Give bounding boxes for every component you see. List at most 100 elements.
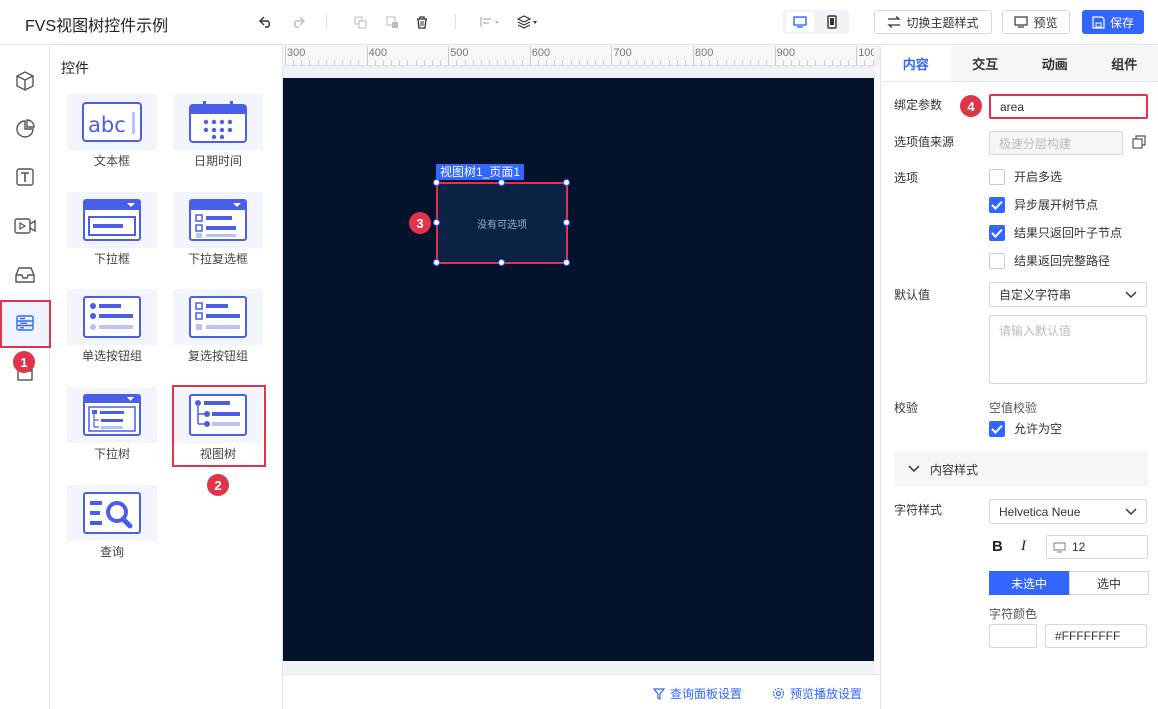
ruler-minor-tick xyxy=(570,60,572,65)
layers-icon[interactable] xyxy=(515,12,539,32)
bind-param-input[interactable]: area xyxy=(989,94,1148,119)
resize-handle[interactable] xyxy=(433,259,440,266)
ruler-minor-tick xyxy=(431,60,433,65)
mobile-icon[interactable] xyxy=(818,12,846,32)
option-multi-select[interactable]: 开启多选 xyxy=(989,168,1062,185)
ruler-tick xyxy=(285,46,286,65)
resize-handle[interactable] xyxy=(498,259,505,266)
ruler-minor-tick xyxy=(668,60,670,65)
tab-interaction[interactable]: 交互 xyxy=(950,46,1020,81)
sidebar-item-media[interactable] xyxy=(0,203,50,249)
widget-label: 文本框 xyxy=(93,154,130,168)
copy-icon[interactable] xyxy=(350,12,370,32)
undo-icon[interactable] xyxy=(256,12,276,32)
ruler-minor-tick xyxy=(391,60,393,65)
checkbox-checked[interactable] xyxy=(989,224,1005,241)
app-title: FVS视图树控件示例 xyxy=(25,18,169,35)
monitor-icon xyxy=(1053,541,1066,553)
tab-animation[interactable]: 动画 xyxy=(1020,46,1090,81)
widget-dropdown[interactable]: 下拉框 xyxy=(67,192,157,272)
ruler-minor-tick xyxy=(815,60,817,65)
ruler-minor-tick xyxy=(823,60,825,65)
option-async-expand[interactable]: 异步展开树节点 xyxy=(989,196,1098,213)
unselected-state-button[interactable]: 未选中 xyxy=(989,571,1069,595)
ruler-minor-tick xyxy=(546,60,548,65)
ruler-tick xyxy=(856,46,858,65)
default-type-select[interactable]: 自定义字符串 xyxy=(989,282,1147,307)
sidebar-item-chart[interactable] xyxy=(0,106,50,152)
option-full-path[interactable]: 结果返回完整路径 xyxy=(989,252,1110,269)
copy-icon[interactable] xyxy=(1132,135,1146,152)
widget-dropdown-checkbox[interactable]: 下拉复选框 xyxy=(173,192,263,272)
ruler-label: 500 xyxy=(450,47,469,59)
resize-handle[interactable] xyxy=(498,179,505,186)
option-leaf-only[interactable]: 结果只返回叶子节点 xyxy=(989,224,1122,241)
properties-tabs: 内容 交互 动画 组件 xyxy=(881,46,1158,82)
selected-state-button[interactable]: 选中 xyxy=(1069,571,1149,595)
text-icon xyxy=(16,168,34,186)
font-color-swatch[interactable] xyxy=(989,624,1037,648)
ruler-minor-tick xyxy=(603,60,605,65)
font-color-input[interactable]: #FFFFFFFF xyxy=(1045,624,1147,648)
theme-switch-button[interactable]: 切换主题样式 xyxy=(874,10,992,34)
trash-icon[interactable] xyxy=(412,12,432,32)
ruler-tick xyxy=(448,46,450,65)
widget-textbox[interactable]: abc 文本框 xyxy=(67,94,157,174)
ruler-minor-tick xyxy=(489,60,490,65)
save-button[interactable]: 保存 xyxy=(1082,10,1144,34)
query-panel-settings-link[interactable]: 查询面板设置 xyxy=(653,685,742,702)
option-source-input[interactable]: 极速分层构建 xyxy=(989,131,1123,155)
canvas[interactable]: 视图树1_页面1 没有可选项 xyxy=(283,78,874,661)
canvas-area: 30040050060070080090010001100 视图树1_页面1 没… xyxy=(283,46,880,709)
callout-badge: 4 xyxy=(960,95,982,117)
ruler-minor-tick xyxy=(831,60,833,65)
sidebar-item-container[interactable] xyxy=(0,252,50,298)
tree-view-widget[interactable]: 没有可选项 xyxy=(436,182,568,264)
ruler-minor-tick xyxy=(333,60,335,65)
desktop-icon[interactable] xyxy=(786,12,814,32)
align-icon[interactable] xyxy=(478,12,502,32)
redo-icon[interactable] xyxy=(288,12,308,32)
ruler-minor-tick xyxy=(423,60,425,65)
allow-empty-checkbox[interactable]: 允许为空 xyxy=(989,420,1062,437)
checkbox-checked[interactable] xyxy=(989,420,1005,437)
option-source-label: 选项值来源 xyxy=(894,135,955,149)
checkbox[interactable] xyxy=(989,168,1005,185)
checkbox-checked[interactable] xyxy=(989,196,1005,213)
default-value-textarea[interactable]: 请输入默认值 xyxy=(989,315,1147,384)
preview-play-settings-label: 预览播放设置 xyxy=(790,687,863,701)
italic-button[interactable]: I xyxy=(1021,538,1026,555)
ruler-minor-tick xyxy=(701,60,703,65)
checkbox-group-icon xyxy=(189,296,247,338)
sidebar-item-3d[interactable] xyxy=(0,58,50,104)
resize-handle[interactable] xyxy=(563,259,570,266)
ruler-minor-tick xyxy=(799,60,801,65)
ruler-minor-tick xyxy=(382,60,384,65)
widget-datetime[interactable]: 日期时间 xyxy=(173,94,263,174)
resize-handle[interactable] xyxy=(433,219,440,226)
widget-checkbox-group[interactable]: 复选按钮组 xyxy=(173,289,263,369)
tab-content[interactable]: 内容 xyxy=(881,46,951,81)
widget-label: 单选按钮组 xyxy=(81,349,142,363)
resize-handle[interactable] xyxy=(433,179,440,186)
tab-component[interactable]: 组件 xyxy=(1089,46,1158,81)
allow-empty-label: 允许为空 xyxy=(1014,422,1063,436)
checkbox[interactable] xyxy=(989,252,1005,269)
widget-dropdown-tree[interactable]: 下拉树 xyxy=(67,387,157,467)
resize-handle[interactable] xyxy=(563,179,570,186)
media-icon xyxy=(14,218,36,234)
widget-radio-group[interactable]: 单选按钮组 xyxy=(67,289,157,369)
ruler-label: 800 xyxy=(695,47,714,59)
callout-badge: 3 xyxy=(409,212,431,234)
widget-query[interactable]: 查询 xyxy=(67,485,157,565)
font-size-input[interactable]: 12 xyxy=(1046,535,1148,559)
content-style-section[interactable]: 内容样式 xyxy=(894,451,1148,487)
font-family-select[interactable]: Helvetica Neue xyxy=(989,499,1147,524)
bold-button[interactable]: B xyxy=(992,538,1003,555)
resize-handle[interactable] xyxy=(563,219,570,226)
preview-play-settings-link[interactable]: 预览播放设置 xyxy=(772,685,862,702)
preview-button[interactable]: 预览 xyxy=(1002,10,1070,34)
sidebar-item-text[interactable] xyxy=(0,154,50,200)
radio-group-icon xyxy=(83,296,141,338)
paste-icon[interactable] xyxy=(382,12,402,32)
